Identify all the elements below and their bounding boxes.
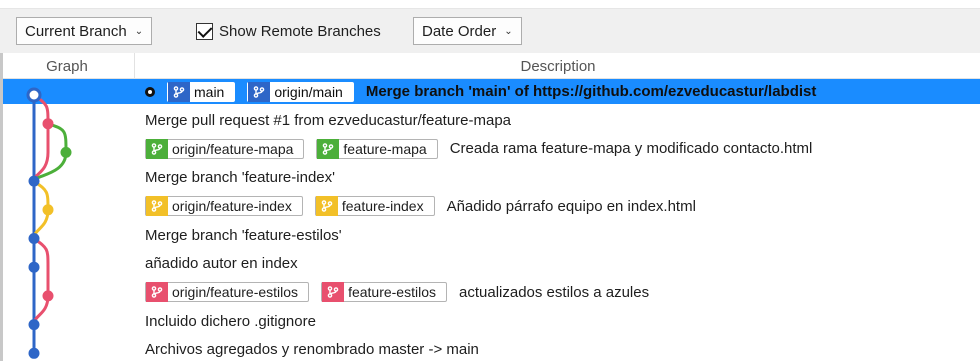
branch-tag-label: origin/feature-estilos bbox=[172, 284, 299, 301]
branch-tag-label: feature-estilos bbox=[348, 284, 436, 301]
branch-tag-label: origin/feature-index bbox=[172, 198, 292, 215]
commit-row-content: main origin/main Merge branch 'main' of ht… bbox=[145, 79, 816, 104]
branch-icon bbox=[317, 138, 340, 159]
branch-tag[interactable]: origin/feature-estilos bbox=[145, 282, 310, 303]
commit-row[interactable]: origin/feature-index feature-index Añadido… bbox=[0, 194, 980, 219]
branch-tag-label: feature-mapa bbox=[343, 140, 427, 157]
branch-icon bbox=[315, 196, 338, 217]
commit-message: Incluido dichero .gitignore bbox=[145, 312, 316, 330]
branch-tag[interactable]: origin/feature-index bbox=[145, 196, 303, 217]
branch-tag[interactable]: feature-mapa bbox=[316, 138, 438, 159]
graph-line-merge-pr bbox=[32, 93, 50, 183]
commit-message: Añadido párrafo equipo en index.html bbox=[446, 197, 696, 215]
branch-tag-label: feature-index bbox=[341, 198, 424, 215]
commit-row-content: origin/feature-index feature-index Añadido… bbox=[145, 194, 696, 219]
branch-filter-dropdown[interactable]: Current Branch ⌄ bbox=[16, 17, 153, 45]
window-top-edge bbox=[0, 0, 980, 9]
commit-node[interactable] bbox=[60, 146, 72, 158]
commit-graph bbox=[26, 87, 72, 359]
commit-row[interactable]: origin/feature-mapa feature-mapa Creada ra… bbox=[0, 136, 980, 161]
commit-node[interactable] bbox=[28, 319, 40, 331]
branch-icon bbox=[322, 282, 345, 303]
commit-message: Merge branch 'feature-index' bbox=[145, 169, 335, 187]
order-dropdown[interactable]: Date Order ⌄ bbox=[413, 17, 522, 45]
commit-row-content: Archivos agregados y renombrado master -… bbox=[145, 337, 479, 362]
branch-icon bbox=[146, 196, 168, 217]
branch-tag-label: main bbox=[194, 83, 225, 100]
branch-icon bbox=[248, 81, 271, 102]
commit-node[interactable] bbox=[28, 261, 40, 273]
description-column-header[interactable]: Description bbox=[136, 53, 980, 79]
commit-message: Archivos agregados y renombrado master -… bbox=[145, 341, 479, 359]
branch-tag[interactable]: feature-index bbox=[314, 196, 435, 217]
commit-message: añadido autor en index bbox=[145, 255, 298, 273]
chevron-down-icon: ⌄ bbox=[134, 25, 144, 37]
branch-tag[interactable]: main bbox=[167, 81, 236, 102]
commit-node[interactable] bbox=[28, 175, 40, 187]
branch-tag[interactable]: origin/feature-mapa bbox=[145, 138, 305, 159]
commit-node[interactable] bbox=[28, 347, 40, 359]
left-scroll-edge bbox=[0, 53, 3, 361]
commit-node[interactable] bbox=[42, 204, 54, 216]
branch-icon bbox=[146, 138, 168, 159]
branch-tag-label: origin/main bbox=[274, 83, 343, 100]
branch-tag-label: origin/feature-mapa bbox=[172, 140, 294, 157]
commit-row[interactable]: Merge branch 'feature-estilos' bbox=[0, 223, 980, 248]
commit-message: Merge branch 'main' of https://github.co… bbox=[365, 83, 817, 100]
show-remote-branches-toggle[interactable]: Show Remote Branches bbox=[196, 17, 381, 45]
graph-column-header[interactable]: Graph bbox=[0, 53, 135, 79]
commit-message: Creada rama feature-mapa y modificado co… bbox=[449, 140, 813, 158]
commit-row-content: Incluido dichero .gitignore bbox=[145, 309, 316, 334]
commit-node-head[interactable] bbox=[26, 87, 42, 103]
head-marker-icon bbox=[145, 86, 155, 97]
graph-line-feature-estilos bbox=[32, 237, 50, 327]
branch-filter-label: Current Branch bbox=[25, 22, 127, 40]
log-toolbar: Current Branch ⌄ Show Remote Branches Da… bbox=[0, 9, 980, 53]
commit-node[interactable] bbox=[28, 233, 40, 244]
commit-row-content: origin/feature-estilos feature-estilos act… bbox=[145, 280, 649, 305]
commit-row[interactable]: Merge pull request #1 from ezveducastur/… bbox=[0, 108, 980, 133]
branch-icon bbox=[146, 282, 168, 303]
commit-node[interactable] bbox=[42, 290, 54, 302]
description-column-title: Description bbox=[520, 57, 596, 75]
commit-message: Merge branch 'feature-estilos' bbox=[145, 226, 342, 244]
commit-list-header: Graph Description bbox=[0, 53, 980, 79]
order-label: Date Order bbox=[422, 22, 497, 40]
commit-message: actualizados estilos a azules bbox=[459, 283, 650, 301]
branch-tag[interactable]: origin/main bbox=[247, 81, 354, 102]
commit-row-content: Merge branch 'feature-estilos' bbox=[145, 223, 342, 248]
branch-icon bbox=[168, 81, 190, 102]
commit-row[interactable]: main origin/main Merge branch 'main' of ht… bbox=[0, 79, 980, 104]
commit-row-content: Merge pull request #1 from ezveducastur/… bbox=[145, 108, 511, 133]
commit-row-content: añadido autor en index bbox=[145, 251, 298, 276]
commit-node[interactable] bbox=[42, 118, 54, 130]
commit-row[interactable]: añadido autor en index bbox=[0, 251, 980, 276]
graph-column-title: Graph bbox=[46, 57, 88, 75]
commit-row[interactable]: Archivos agregados y renombrado master -… bbox=[0, 337, 980, 362]
branch-tag[interactable]: feature-estilos bbox=[321, 282, 447, 303]
commit-row[interactable]: Incluido dichero .gitignore bbox=[0, 309, 980, 334]
checkbox-checked-icon[interactable] bbox=[196, 22, 213, 40]
chevron-down-icon: ⌄ bbox=[504, 25, 513, 37]
show-remote-branches-label: Show Remote Branches bbox=[219, 22, 381, 40]
commit-row[interactable]: Merge branch 'feature-index' bbox=[0, 165, 980, 190]
commit-row[interactable]: origin/feature-estilos feature-estilos act… bbox=[0, 280, 980, 305]
commit-row-content: origin/feature-mapa feature-mapa Creada ra… bbox=[145, 136, 812, 161]
commit-message: Merge pull request #1 from ezveducastur/… bbox=[145, 111, 512, 129]
commit-row-content: Merge branch 'feature-index' bbox=[145, 165, 335, 190]
